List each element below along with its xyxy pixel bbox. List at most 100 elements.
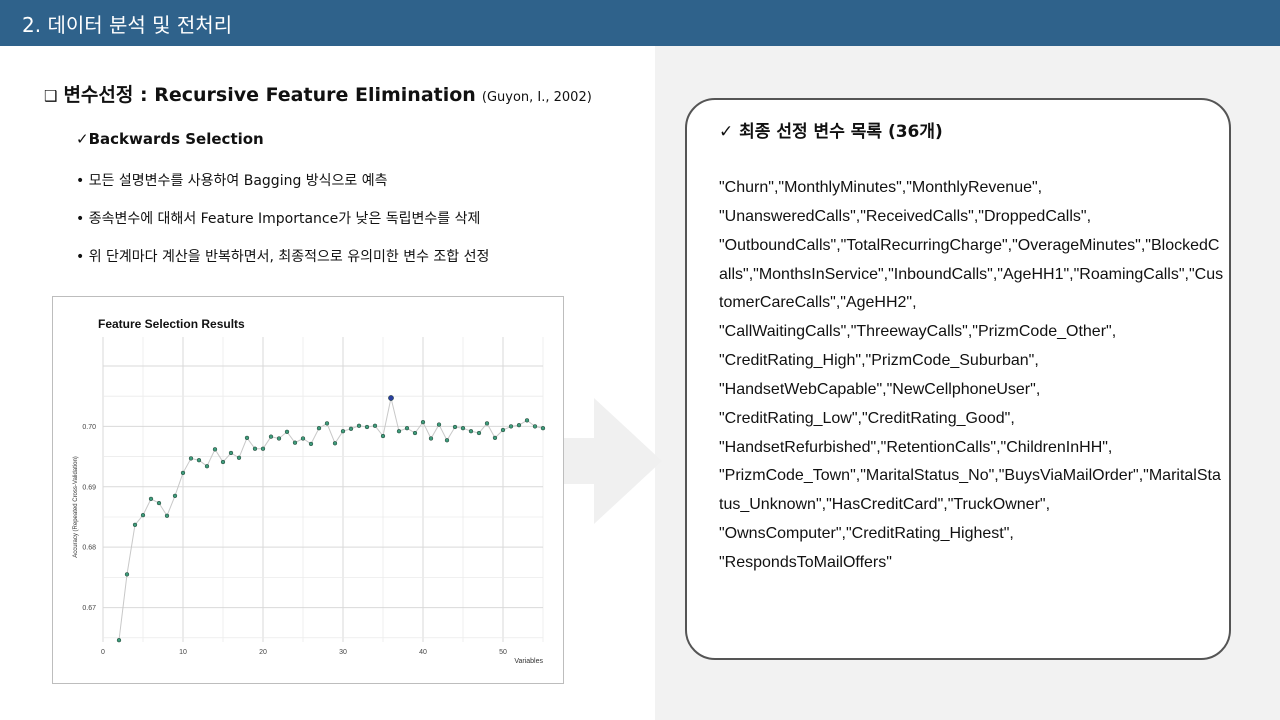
chart-point [124, 572, 130, 577]
chart-x-tick-label: 10 [179, 649, 187, 656]
variable-list-line: "UnansweredCalls","ReceivedCalls","Dropp… [719, 207, 1092, 225]
chart-point [452, 424, 458, 430]
chart-point [268, 434, 274, 439]
page-title: 2. 데이터 분석 및 전처리 [22, 13, 233, 37]
chart-point [172, 493, 178, 498]
chart-point [164, 513, 170, 518]
chart-grid [102, 337, 544, 642]
variable-list-line: "CallWaitingCalls","ThreewayCalls","Priz… [719, 323, 1117, 341]
chart-point [412, 430, 418, 436]
chart-point [444, 438, 450, 443]
chart-point [276, 436, 282, 441]
bullet-item: • 위 단계마다 계산을 반복하면서, 최종적으로 유의미한 변수 조합 선정 [76, 249, 490, 265]
variable-list-line: "RespondsToMailOffers" [719, 553, 892, 571]
chart-point [532, 424, 538, 429]
variable-list: "Churn","MonthlyMinutes","MonthlyRevenue… [719, 174, 1224, 578]
x-axis-label: Variables [514, 658, 543, 665]
chart-point [204, 464, 210, 469]
chart-canvas: Feature Selection Results Accuracy (Repe… [73, 317, 546, 665]
y-axis-label: Accuracy (Repeated Cross-Validation) [73, 456, 79, 558]
variable-list-line: tomerCareCalls","AgeHH2", [719, 294, 917, 312]
section-title: 변수선정 [63, 84, 134, 106]
chart-point [292, 440, 298, 445]
chart-point [484, 421, 490, 426]
variable-list-line: alls","MonthsInService","InboundCalls","… [719, 265, 1224, 283]
right-arrow-icon [562, 398, 662, 524]
chart-point [180, 470, 186, 476]
chart-point [236, 455, 242, 460]
variable-list-line: "HandsetWebCapable","NewCellphoneUser", [719, 380, 1041, 398]
chart-x-tick-label: 30 [339, 649, 347, 656]
chart-x-tick-label: 0 [101, 649, 105, 656]
chart-point [492, 435, 498, 441]
chart-point [436, 422, 442, 427]
card-title: ✓ 최종 선정 변수 목록 (36개) [719, 122, 943, 142]
chart-point [540, 426, 546, 431]
section-colon: : [133, 84, 155, 106]
chart-point [508, 424, 514, 429]
chart-point [324, 421, 330, 426]
chart-point [284, 429, 290, 434]
chart-y-tick-label: 0.67 [82, 605, 96, 612]
section-citation: (Guyon, I., 2002) [481, 90, 592, 105]
sub-heading: ✓Backwards Selection [76, 130, 264, 148]
chart-x-tick-label: 20 [259, 649, 267, 656]
chart-point [460, 426, 466, 431]
variable-list-line: "PrizmCode_Town","MaritalStatus_No","Buy… [719, 467, 1221, 485]
chart-point [340, 429, 346, 434]
chart-point [348, 426, 354, 431]
chart-tick-labels: 0 10 20 30 40 50 0.67 0.68 0.69 0.70 [82, 424, 507, 656]
variable-list-line: "CreditRating_Low","CreditRating_Good", [719, 409, 1015, 427]
chart-y-tick-label: 0.69 [82, 484, 96, 491]
chart-point [420, 420, 426, 425]
section-heading: ❑ 변수선정 : Recursive Feature Elimination (G… [44, 80, 592, 107]
chart-point [364, 424, 370, 430]
chart-point [116, 638, 122, 643]
bullet-item: • 종속변수에 대해서 Feature Importance가 낮은 독립변수를… [76, 211, 481, 227]
chart-y-tick-label: 0.70 [82, 424, 96, 431]
chart-point [332, 441, 338, 446]
chart-point [468, 429, 474, 434]
chart-point [500, 427, 506, 433]
chart-point [156, 500, 162, 506]
chart-point [396, 429, 402, 434]
chart-point [132, 522, 138, 527]
chart-point [188, 456, 194, 461]
variable-list-line: "CreditRating_High","PrizmCode_Suburban"… [719, 352, 1039, 370]
chart-point [300, 436, 306, 441]
chart-point [220, 459, 226, 465]
chart-point [524, 418, 530, 423]
chart-point [380, 433, 386, 439]
chart-x-tick-label: 40 [419, 649, 427, 656]
selected-variables-card: ✓ 최종 선정 변수 목록 (36개) "Churn","MonthlyMinu… [685, 98, 1231, 660]
chart-point [228, 450, 234, 456]
checkbox-bullet-icon: ❑ [44, 87, 58, 105]
chart-best-point [388, 395, 394, 401]
chart-point [316, 426, 322, 431]
variable-list-line: "Churn","MonthlyMinutes","MonthlyRevenue… [719, 179, 1043, 196]
chart-point [476, 430, 482, 436]
chart-y-tick-label: 0.68 [82, 545, 96, 552]
chart-point [260, 446, 266, 451]
chart-point [308, 441, 314, 447]
chart-point [356, 423, 362, 428]
chart-point [244, 435, 250, 441]
chart-point [212, 447, 218, 452]
chart-point [516, 423, 522, 428]
variable-list-line: "OwnsComputer","CreditRating_Highest", [719, 525, 1014, 543]
chart-title: Feature Selection Results [98, 317, 245, 331]
chart-point [140, 513, 146, 518]
section-method: Recursive Feature Elimination [154, 84, 476, 106]
variable-list-line: "HandsetRefurbished","RetentionCalls","C… [719, 438, 1113, 456]
feature-selection-chart: Feature Selection Results Accuracy (Repe… [52, 296, 564, 684]
variable-list-line: tus_Unknown","HasCreditCard","TruckOwner… [719, 496, 1051, 514]
chart-x-tick-label: 50 [499, 649, 507, 656]
chart-point [252, 446, 258, 451]
chart-point [372, 423, 378, 428]
variable-list-line: "OutboundCalls","TotalRecurringCharge","… [719, 236, 1220, 254]
chart-point [148, 496, 154, 502]
header-bar: 2. 데이터 분석 및 전처리 [0, 0, 1280, 46]
chart-point [404, 426, 410, 431]
bullet-item: • 모든 설명변수를 사용하여 Bagging 방식으로 예측 [76, 173, 388, 189]
chart-point [428, 436, 434, 441]
